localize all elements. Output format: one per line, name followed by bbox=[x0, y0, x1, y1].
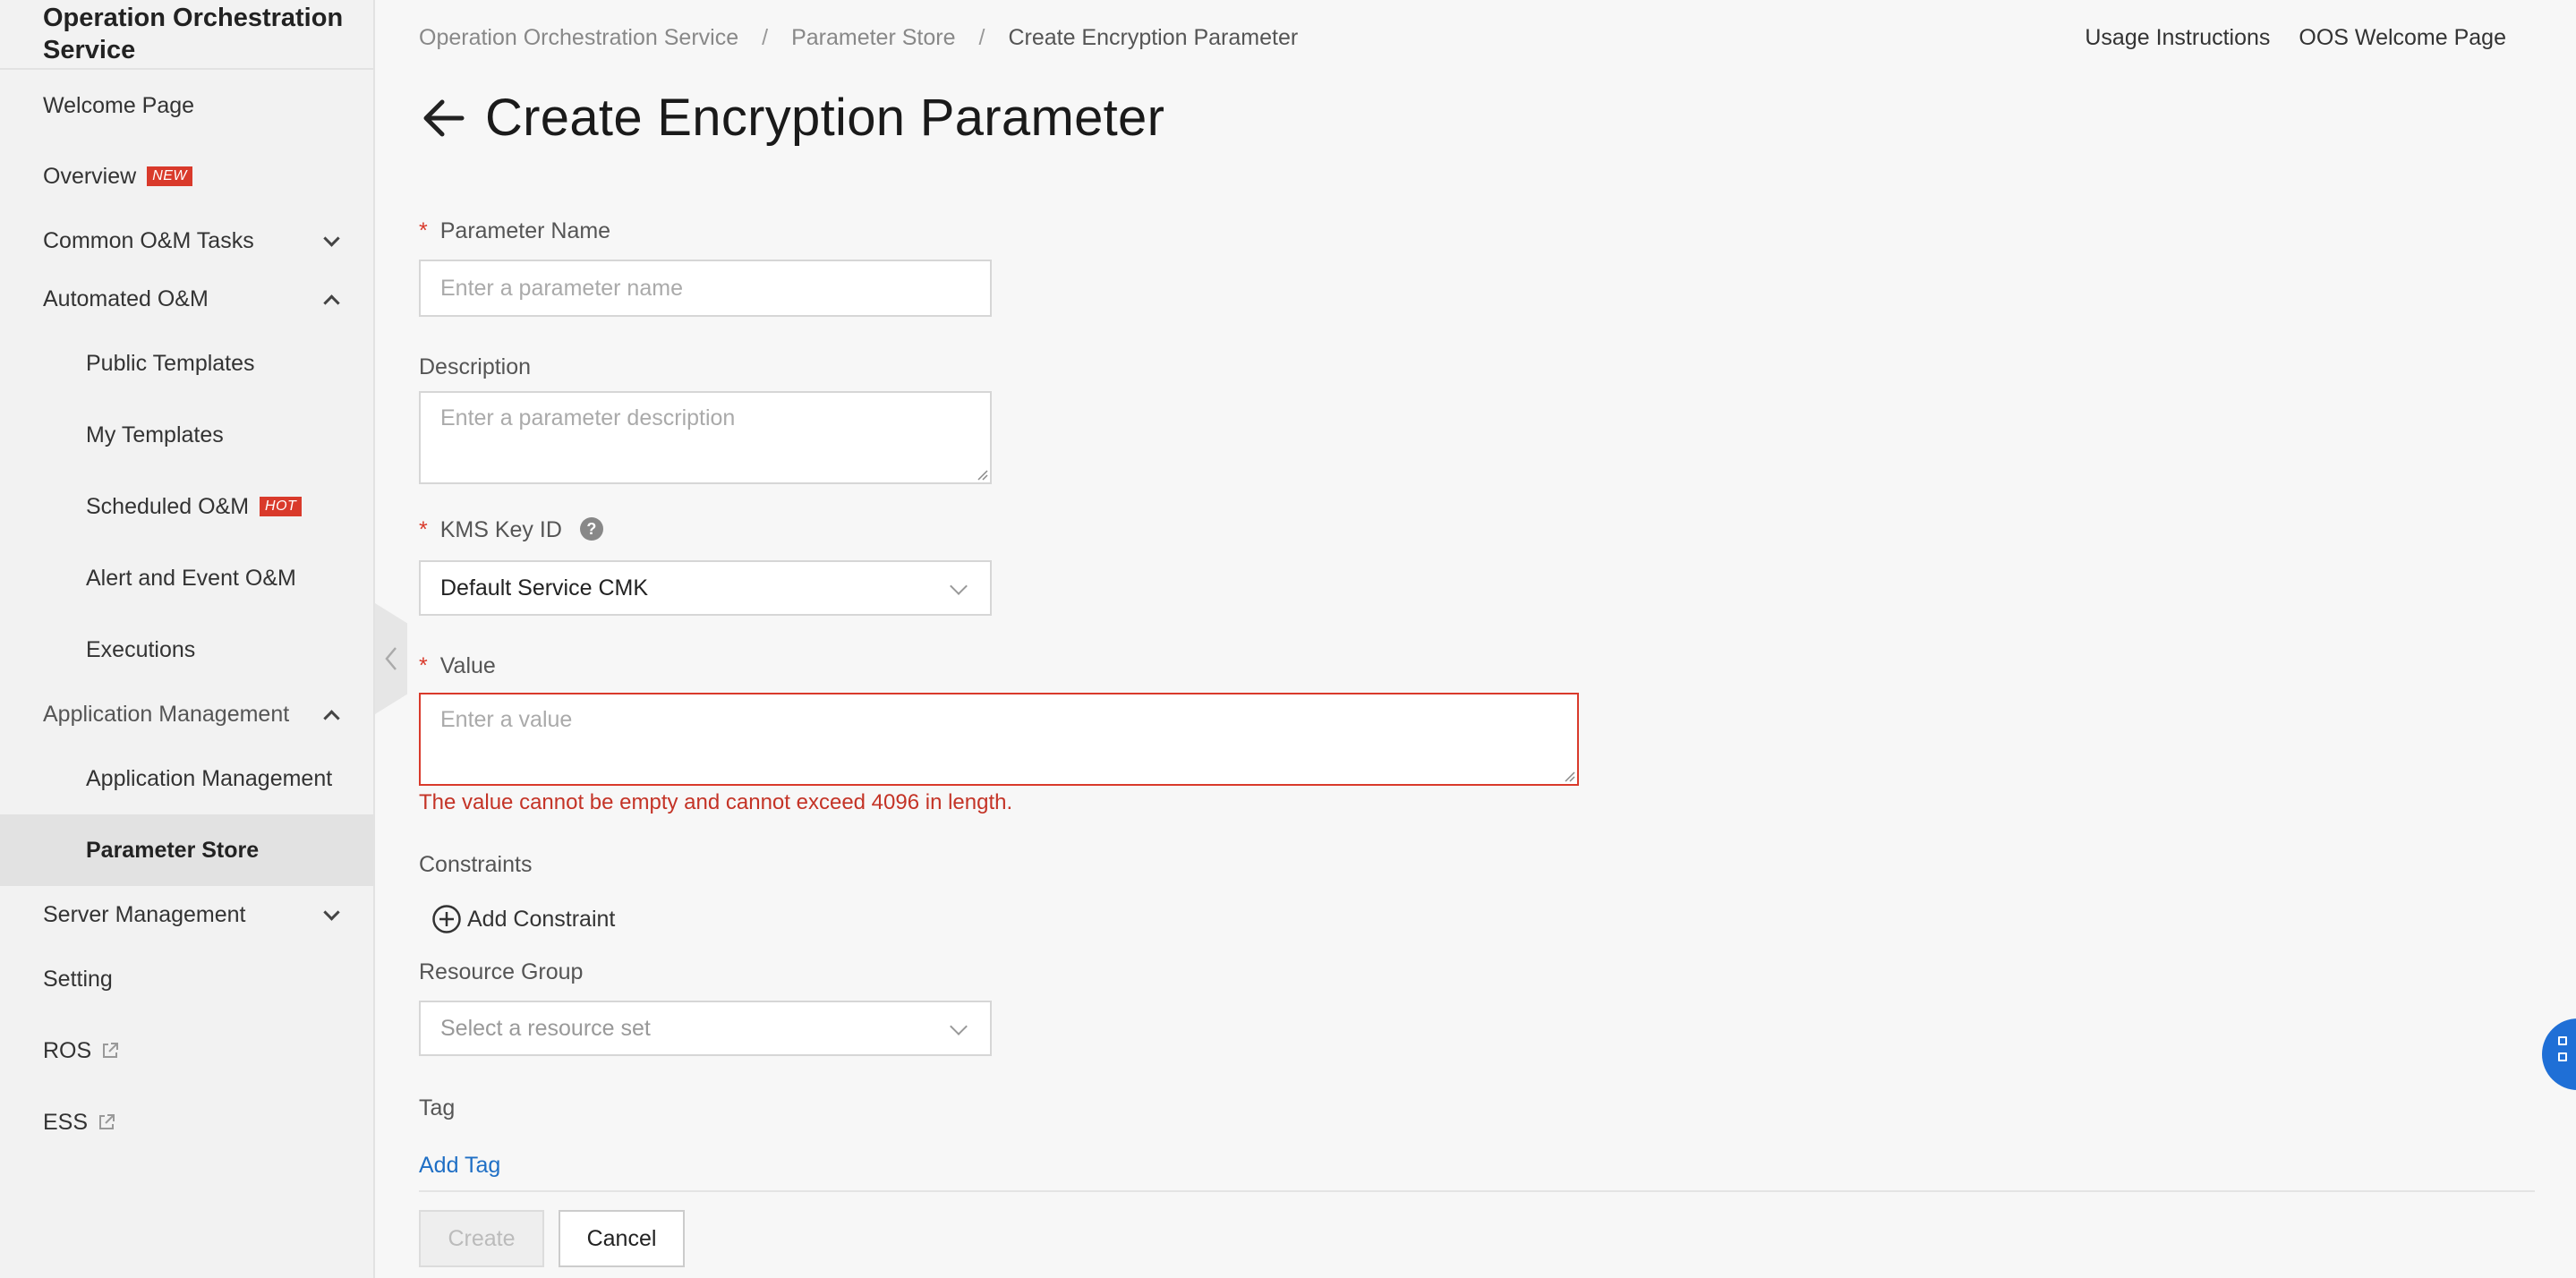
placeholder: Enter a parameter description bbox=[440, 405, 736, 430]
add-tag-link[interactable]: Add Tag bbox=[419, 1153, 500, 1179]
sidebar-item-overview[interactable]: Overview NEW bbox=[0, 141, 373, 212]
resize-handle-icon[interactable] bbox=[1561, 768, 1575, 782]
grid-icon bbox=[2558, 1036, 2567, 1045]
breadcrumb: Operation Orchestration Service / Parame… bbox=[419, 25, 1298, 51]
external-link-icon bbox=[99, 1114, 115, 1129]
oos-welcome-page-link[interactable]: OOS Welcome Page bbox=[2299, 25, 2506, 51]
sidebar-item-label: ESS bbox=[43, 1109, 89, 1135]
required-mark: * bbox=[419, 653, 428, 678]
hot-badge: HOT bbox=[260, 497, 303, 516]
resource-group-label: Resource Group bbox=[419, 959, 584, 984]
page-title: Create Encryption Parameter bbox=[485, 89, 1165, 147]
tag-label: Tag bbox=[419, 1095, 456, 1120]
cancel-button[interactable]: Cancel bbox=[559, 1210, 685, 1267]
sidebar-item-public-templates[interactable]: Public Templates bbox=[0, 328, 373, 399]
placeholder: Select a resource set bbox=[440, 1015, 651, 1041]
sidebar-item-label: Scheduled O&M bbox=[86, 493, 250, 519]
sidebar-item-label: Welcome Page bbox=[43, 92, 195, 118]
create-button[interactable]: Create bbox=[419, 1210, 544, 1267]
sidebar-item-label: ROS bbox=[43, 1037, 92, 1063]
chevron-up-icon bbox=[323, 710, 340, 727]
back-arrow-icon[interactable] bbox=[419, 93, 469, 143]
sidebar-item-label: Automated O&M bbox=[43, 285, 209, 311]
sidebar-item-my-templates[interactable]: My Templates bbox=[0, 399, 373, 471]
kms-key-id-label: * KMS Key ID? bbox=[419, 517, 603, 543]
sidebar-item-label: Application Management bbox=[43, 701, 290, 727]
label-text: Parameter Name bbox=[439, 218, 611, 243]
value-error-message: The value cannot be empty and cannot exc… bbox=[419, 790, 1013, 814]
breadcrumb-parameter-store[interactable]: Parameter Store bbox=[791, 25, 955, 51]
parameter-name-input[interactable]: Enter a parameter name bbox=[419, 260, 992, 317]
chevron-down-icon bbox=[950, 1018, 968, 1035]
chevron-down-icon bbox=[323, 904, 340, 921]
sidebar-item-parameter-store[interactable]: Parameter Store bbox=[0, 814, 373, 886]
kms-key-id-select[interactable]: Default Service CMK bbox=[419, 560, 992, 616]
placeholder: Enter a value bbox=[440, 707, 573, 732]
breadcrumb-current: Create Encryption Parameter bbox=[1008, 25, 1299, 50]
add-constraint-button[interactable]: Add Constraint bbox=[431, 904, 615, 934]
sidebar-item-label: Alert and Event O&M bbox=[86, 565, 296, 591]
grid-icon bbox=[2558, 1052, 2567, 1061]
floating-apps-button[interactable] bbox=[2542, 1018, 2576, 1090]
value-textarea[interactable]: Enter a value bbox=[419, 693, 1579, 786]
divider bbox=[419, 1190, 2535, 1192]
breadcrumb-oos[interactable]: Operation Orchestration Service bbox=[419, 25, 738, 51]
sidebar-item-label: Server Management bbox=[43, 901, 246, 927]
external-link-icon bbox=[103, 1043, 119, 1058]
sidebar-item-server-management[interactable]: Server Management bbox=[0, 879, 373, 950]
sidebar-item-scheduled-om[interactable]: Scheduled O&M HOT bbox=[0, 471, 373, 542]
description-textarea[interactable]: Enter a parameter description bbox=[419, 391, 992, 484]
label-text: Value bbox=[439, 653, 496, 678]
sidebar: Operation Orchestration Service Welcome … bbox=[0, 0, 375, 1278]
placeholder: Enter a parameter name bbox=[440, 275, 683, 301]
sidebar-item-executions[interactable]: Executions bbox=[0, 614, 373, 686]
chevron-up-icon bbox=[323, 294, 340, 311]
sidebar-item-welcome-page[interactable]: Welcome Page bbox=[0, 70, 373, 141]
usage-instructions-link[interactable]: Usage Instructions bbox=[2085, 25, 2270, 51]
sidebar-item-ess[interactable]: ESS bbox=[0, 1086, 373, 1158]
breadcrumb-separator: / bbox=[978, 25, 985, 50]
label-text: KMS Key ID bbox=[439, 517, 562, 542]
new-badge: NEW bbox=[147, 166, 193, 186]
sidebar-collapse-toggle[interactable] bbox=[375, 603, 407, 714]
sidebar-item-setting[interactable]: Setting bbox=[0, 943, 373, 1015]
top-links: Usage Instructions OOS Welcome Page bbox=[2056, 25, 2506, 51]
help-icon[interactable]: ? bbox=[579, 517, 603, 541]
chevron-left-icon bbox=[385, 647, 397, 670]
sidebar-item-label: Overview bbox=[43, 163, 137, 189]
selected-value: Default Service CMK bbox=[440, 575, 649, 601]
breadcrumb-separator: / bbox=[762, 25, 769, 50]
sidebar-item-alert-and-event-om[interactable]: Alert and Event O&M bbox=[0, 542, 373, 614]
sidebar-item-ros[interactable]: ROS bbox=[0, 1015, 373, 1086]
sidebar-item-label: Setting bbox=[43, 966, 113, 992]
chevron-down-icon bbox=[323, 230, 340, 247]
sidebar-item-label: Common O&M Tasks bbox=[43, 227, 254, 253]
description-label: Description bbox=[419, 354, 532, 379]
required-mark: * bbox=[419, 218, 428, 243]
page-header: Create Encryption Parameter bbox=[419, 88, 1164, 148]
sidebar-item-label: My Templates bbox=[86, 422, 224, 447]
plus-circle-icon bbox=[432, 905, 461, 933]
resize-handle-icon[interactable] bbox=[974, 466, 988, 481]
sidebar-item-label: Executions bbox=[86, 636, 196, 662]
sidebar-item-application-management-group[interactable]: Application Management bbox=[0, 678, 373, 750]
resource-group-select[interactable]: Select a resource set bbox=[419, 1001, 992, 1056]
sidebar-item-application-management[interactable]: Application Management bbox=[0, 743, 373, 814]
sidebar-title: Operation Orchestration Service bbox=[43, 4, 344, 64]
add-constraint-label: Add Constraint bbox=[467, 906, 616, 932]
sidebar-item-label: Public Templates bbox=[86, 350, 255, 376]
sidebar-item-label: Application Management bbox=[86, 765, 333, 791]
chevron-down-icon bbox=[950, 577, 968, 595]
sidebar-item-automated-om[interactable]: Automated O&M bbox=[0, 263, 373, 335]
value-label: * Value bbox=[419, 653, 496, 679]
sidebar-item-label: Parameter Store bbox=[86, 837, 260, 863]
parameter-name-label: * Parameter Name bbox=[419, 218, 610, 244]
required-mark: * bbox=[419, 517, 428, 542]
constraints-label: Constraints bbox=[419, 852, 533, 877]
